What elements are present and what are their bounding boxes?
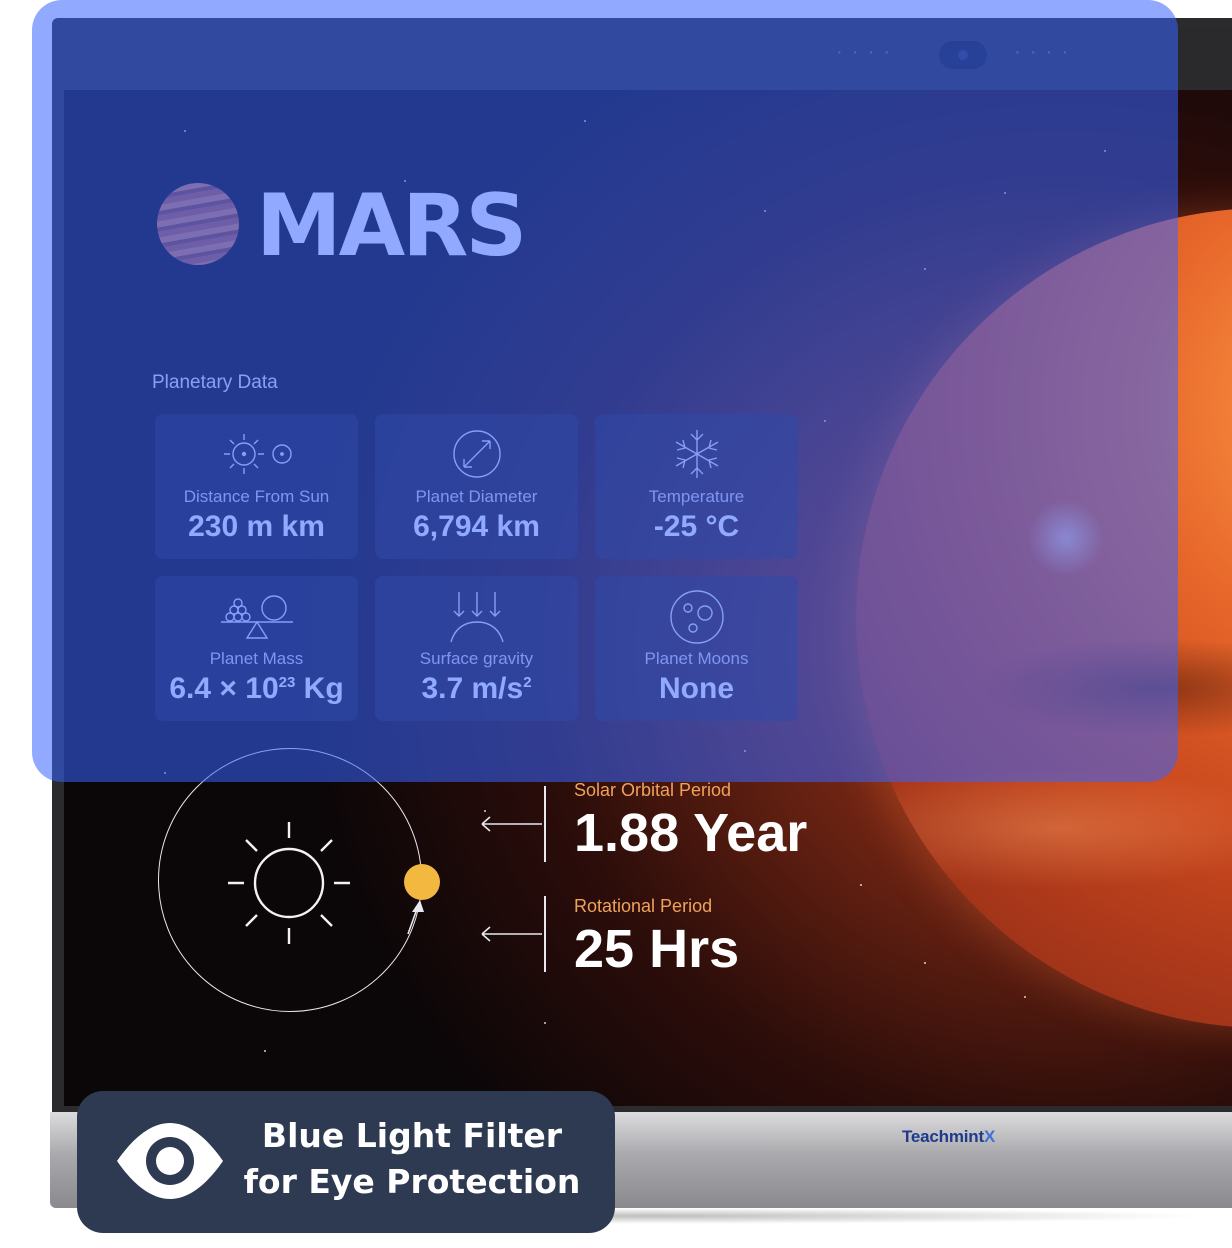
card-label: Surface gravity <box>419 649 534 668</box>
brand-logo: TeachmintX <box>902 1127 996 1146</box>
eye-icon <box>117 1123 223 1199</box>
divider-line <box>544 786 546 862</box>
sensor-dots-right: •••• <box>1016 48 1080 57</box>
card-label: Temperature <box>648 487 745 506</box>
card-value: 230 m km <box>188 510 325 543</box>
card-planet-diameter: Planet Diameter 6,794 km <box>375 414 578 559</box>
snowflake-icon <box>595 426 798 482</box>
solar-orbital-period: Solar Orbital Period 1.88 Year <box>574 780 807 865</box>
card-planet-mass: Planet Mass 6.4 × 1023 Kg <box>155 576 358 721</box>
arrow-left-icon <box>481 816 542 832</box>
mass-scale-icon <box>155 588 358 644</box>
rotational-period: Rotational Period 25 Hrs <box>574 896 739 981</box>
top-bezel <box>56 28 1232 86</box>
sensor-dots-left: •••• <box>838 48 902 57</box>
arrow-left-icon <box>481 926 542 942</box>
card-value: 6.4 × 1023 Kg <box>169 672 344 705</box>
card-label: Planet Mass <box>209 649 304 668</box>
mars-planet-image <box>856 208 1232 1028</box>
badge-line-1: Blue Light Filter <box>261 1116 563 1155</box>
card-label: Planet Moons <box>644 649 749 668</box>
sun-icon <box>228 822 350 944</box>
card-value: 6,794 km <box>413 510 540 543</box>
card-value: -25 °C <box>653 510 740 543</box>
card-temperature: Temperature -25 °C <box>595 414 798 559</box>
card-label: Planet Diameter <box>415 487 538 506</box>
card-distance-from-sun: Distance From Sun 230 m km <box>155 414 358 559</box>
card-planet-moons: Planet Moons None <box>595 576 798 721</box>
diameter-icon <box>375 426 578 482</box>
badge-line-2: for Eye Protection <box>243 1162 581 1201</box>
page-title: MARS <box>256 176 527 276</box>
gravity-icon <box>375 588 578 644</box>
card-surface-gravity: Surface gravity 3.7 m/s2 <box>375 576 578 721</box>
mars-icon <box>157 183 239 265</box>
orbiting-planet <box>404 864 440 900</box>
stat-value: 1.88 Year <box>574 803 808 863</box>
card-label: Distance From Sun <box>183 487 330 506</box>
stat-value: 25 Hrs <box>574 919 740 979</box>
camera-icon <box>939 41 987 69</box>
stat-label: Rotational Period <box>574 896 713 916</box>
screen: MARS Planetary Data Distance From Sun 23… <box>64 90 1232 1106</box>
card-value: 3.7 m/s2 <box>421 672 532 705</box>
orbit-arrow-icon <box>407 900 424 935</box>
stat-label: Solar Orbital Period <box>574 780 732 800</box>
feature-badge: Blue Light Filter for Eye Protection <box>77 1091 615 1233</box>
sun-distance-icon <box>155 426 358 482</box>
badge-text: Blue Light Filter for Eye Protection <box>227 1113 597 1205</box>
card-value: None <box>659 672 734 705</box>
section-label: Planetary Data <box>152 372 278 393</box>
moon-icon <box>595 588 798 644</box>
divider-line <box>544 896 546 972</box>
